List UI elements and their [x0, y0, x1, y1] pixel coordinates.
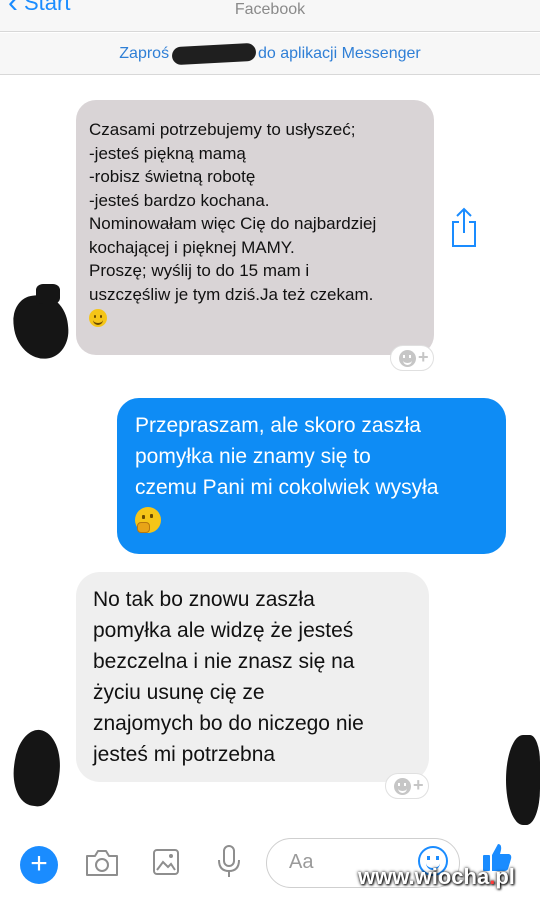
- watermark-name: www.wiocha: [358, 864, 490, 889]
- add-reaction-button[interactable]: +: [385, 773, 429, 799]
- plus-icon[interactable]: +: [20, 846, 58, 884]
- message-line: czemu Pani mi cokolwiek wysyła: [135, 476, 439, 499]
- redacted-read-receipt: [506, 735, 540, 825]
- plus-icon: +: [413, 775, 424, 795]
- invite-to-messenger-banner[interactable]: Zaproś do aplikacji Messenger: [0, 33, 540, 75]
- watermark: www.wiocha.pl: [358, 864, 515, 890]
- smiley-icon: [394, 778, 411, 795]
- camera-icon[interactable]: [84, 848, 120, 878]
- message-line: znajomych bo do niczego nie: [93, 712, 364, 735]
- plus-icon: +: [418, 347, 429, 367]
- message-line: Czasami potrzebujemy to usłyszeć;: [89, 120, 356, 139]
- message-line: No tak bo znowu zaszła: [93, 588, 315, 611]
- message-bubble-incoming[interactable]: Czasami potrzebujemy to usłyszeć; -jeste…: [76, 100, 434, 355]
- redacted-name: [171, 42, 256, 65]
- message-line: jesteś mi potrzebna: [93, 743, 276, 766]
- message-bubble-outgoing[interactable]: Przepraszam, ale skoro zaszła pomyłka ni…: [117, 398, 506, 554]
- message-line: Proszę; wyślij to do 15 mam i: [89, 261, 310, 280]
- message-line: Przepraszam, ale skoro zaszła: [135, 414, 421, 437]
- invite-text-end: do aplikacji Messenger: [257, 45, 421, 62]
- message-bubble-incoming[interactable]: No tak bo znowu zaszła pomyłka ale widzę…: [76, 572, 429, 782]
- message-line: Nominowałam więc Cię do najbardziej: [89, 214, 377, 233]
- message-line: -jesteś piękną mamą: [89, 143, 246, 163]
- add-reaction-button[interactable]: +: [390, 345, 434, 371]
- gallery-icon[interactable]: [152, 848, 180, 876]
- smiling-face-emoji-icon: [89, 309, 107, 327]
- message-line: bezczelna i nie znasz się na: [93, 650, 355, 673]
- message-line: życiu usunę cię ze: [93, 681, 265, 704]
- message-line: pomyłka nie znamy się to: [135, 445, 371, 468]
- thinking-face-emoji-icon: [135, 507, 161, 533]
- share-icon[interactable]: [450, 205, 478, 249]
- message-line: kochającej i pięknej MAMY.: [89, 237, 295, 257]
- watermark-tld: pl: [495, 864, 515, 889]
- message-line: -jesteś bardzo kochana.: [89, 190, 270, 210]
- conversation-title: Facebook: [234, 1, 306, 18]
- redacted-avatar: [8, 727, 66, 809]
- message-line: -robisz świetną robotę: [89, 167, 256, 186]
- microphone-icon[interactable]: [216, 844, 242, 880]
- message-line: pomyłka ale widzę że jesteś: [93, 619, 354, 642]
- smiley-icon: [399, 350, 416, 367]
- message-line: uszczęśliw je tym dziś.Ja też czekam.: [89, 284, 374, 304]
- redacted-avatar-mark: [36, 284, 60, 304]
- invite-text-start: Zaproś: [119, 45, 170, 62]
- navigation-header: ‹ Start Facebook: [0, 0, 540, 32]
